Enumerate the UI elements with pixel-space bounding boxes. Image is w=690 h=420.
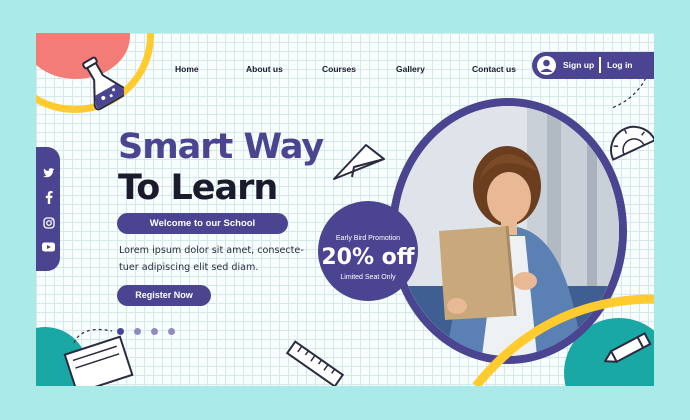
carousel-dot[interactable] [117, 328, 124, 335]
decor-dashed-curve [73, 328, 113, 344]
auth-divider [599, 57, 601, 73]
ruler-icon [285, 340, 345, 386]
register-now-button[interactable]: Register Now [117, 285, 211, 306]
facebook-icon[interactable] [42, 191, 55, 204]
user-icon[interactable] [537, 56, 556, 75]
social-sidebar [36, 147, 60, 271]
nav-gallery[interactable]: Gallery [396, 64, 425, 74]
carousel-dots [117, 320, 185, 339]
main-nav: Home About us Courses Gallery Contact us… [36, 33, 654, 100]
nav-about-us[interactable]: About us [246, 64, 283, 74]
carousel-dot[interactable] [151, 328, 158, 335]
promo-badge: Early Bird Promotion 20% off Limited Sea… [318, 201, 418, 301]
nav-home[interactable]: Home [175, 64, 199, 74]
landing-page: Home About us Courses Gallery Contact us… [36, 33, 654, 386]
carousel-dot[interactable] [168, 328, 175, 335]
nav-contact-us[interactable]: Contact us [472, 64, 516, 74]
promo-discount: 20% off [321, 245, 415, 270]
login-link[interactable]: Log in [607, 60, 633, 70]
hero-description: Lorem ipsum dolor sit amet, consecte-tue… [119, 245, 304, 273]
carousel-dot[interactable] [134, 328, 141, 335]
youtube-icon[interactable] [42, 240, 55, 253]
signup-link[interactable]: Sign up [563, 60, 594, 70]
promo-label: Early Bird Promotion [335, 235, 401, 242]
hero-title-line2: To Learn [118, 168, 278, 208]
decor-yellow-swoosh [472, 294, 654, 386]
welcome-badge: Welcome to our School [117, 213, 288, 234]
twitter-icon[interactable] [42, 166, 55, 179]
hero-title-line1: Smart Way [118, 127, 324, 167]
hero-title: Smart Way To Learn [118, 127, 324, 209]
promo-subtext: Limited Seat Only [340, 274, 396, 281]
auth-bar: Sign up Log in [532, 52, 654, 79]
paper-plane-icon [333, 144, 385, 180]
nav-courses[interactable]: Courses [322, 64, 356, 74]
instagram-icon[interactable] [42, 216, 55, 229]
